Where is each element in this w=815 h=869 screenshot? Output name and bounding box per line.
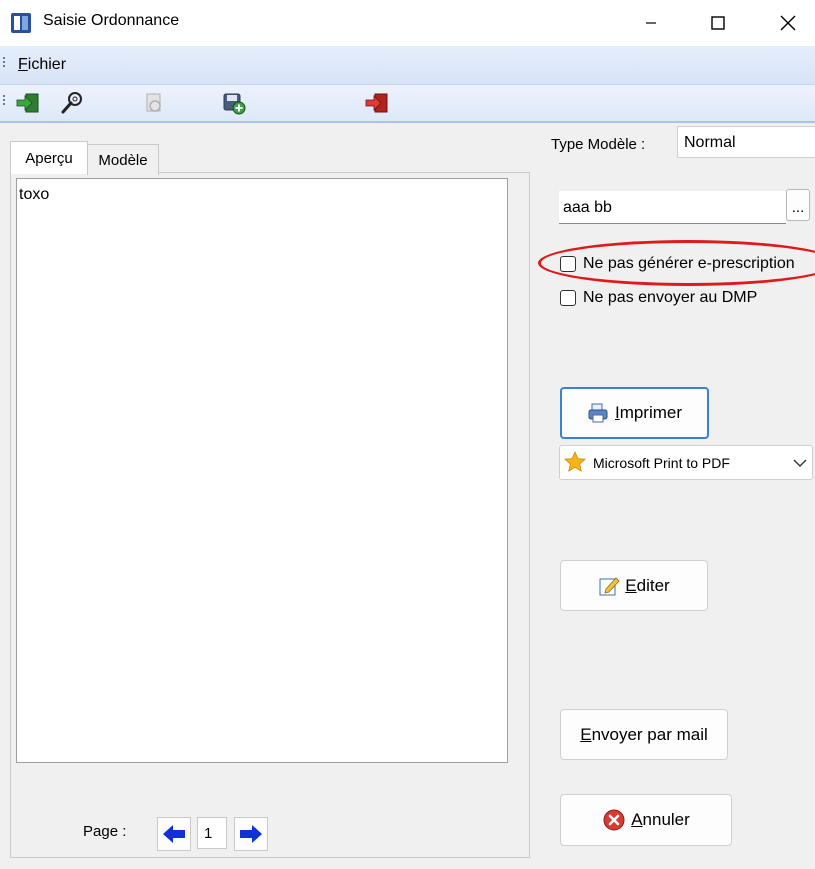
imprimer-button[interactable]: Imprimer: [560, 387, 709, 439]
window-title: Saisie Ordonnance: [43, 12, 180, 29]
wrench-icon[interactable]: [58, 89, 86, 117]
tab-apercu[interactable]: Aperçu: [10, 141, 88, 174]
browse-button[interactable]: ...: [786, 189, 810, 221]
maximize-button[interactable]: [695, 0, 741, 46]
menu-bar: [0, 46, 815, 85]
menu-fichier[interactable]: Fichier: [18, 56, 66, 74]
arrow-left-icon: [163, 825, 185, 843]
annuler-button[interactable]: Annuler: [560, 794, 732, 846]
enter-icon[interactable]: [14, 89, 42, 117]
star-icon: [564, 451, 586, 472]
search-document-icon[interactable]: [140, 89, 168, 117]
name-field[interactable]: aaa bb: [559, 191, 786, 224]
page-label: Page :: [83, 823, 127, 840]
printer-select[interactable]: Microsoft Print to PDF: [559, 445, 813, 480]
app-icon: [10, 11, 32, 35]
preview-area[interactable]: [16, 178, 508, 763]
printer-select-value: Microsoft Print to PDF: [593, 455, 730, 471]
arrow-right-icon: [240, 825, 262, 843]
cancel-icon: [603, 809, 625, 831]
edit-icon: [599, 576, 620, 595]
envoyer-mail-button[interactable]: Envoyer par mail: [560, 709, 728, 760]
toolbar-grip: [3, 93, 6, 107]
tab-modele[interactable]: Modèle: [87, 144, 159, 175]
save-add-icon[interactable]: [220, 89, 248, 117]
dmp-checkbox[interactable]: [560, 290, 576, 306]
exit-icon[interactable]: [363, 89, 391, 117]
type-modele-select[interactable]: Normal: [677, 126, 815, 158]
eprescription-checkbox[interactable]: [560, 256, 576, 272]
minimize-button[interactable]: [628, 0, 674, 46]
printer-icon: [588, 403, 608, 423]
preview-text: toxo: [19, 186, 50, 203]
toolbar: [0, 85, 815, 123]
close-button[interactable]: [765, 0, 811, 46]
page-number-input[interactable]: 1: [197, 817, 227, 849]
prev-page-button[interactable]: [157, 817, 191, 851]
eprescription-label: Ne pas générer e-prescription: [583, 255, 795, 272]
next-page-button[interactable]: [234, 817, 268, 851]
editer-button[interactable]: Editer: [560, 560, 708, 611]
menu-grip: [3, 55, 6, 69]
type-modele-label: Type Modèle :: [551, 136, 646, 153]
chevron-down-icon: [793, 459, 807, 467]
dmp-label: Ne pas envoyer au DMP: [583, 289, 758, 306]
